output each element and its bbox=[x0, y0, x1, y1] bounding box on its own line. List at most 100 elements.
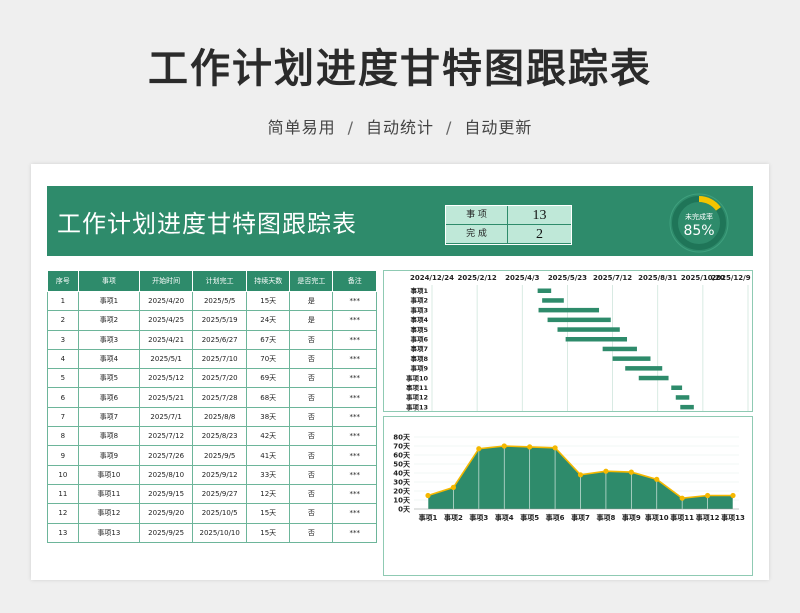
table-cell: 事项2 bbox=[77, 310, 140, 331]
table-row: 7 事项7 2025/7/1 2025/8/8 38天否 *** bbox=[47, 406, 377, 428]
table-cell: 2025/10/5 bbox=[192, 503, 248, 524]
table-cell: 2025/5/5 bbox=[192, 290, 248, 312]
area-x-tick-label: 事项11 bbox=[670, 513, 694, 522]
table-cell: 3 bbox=[47, 329, 79, 350]
table-header-row: 序号 事项 开始时间 计划完工 持续天数 是否完工 备注 bbox=[47, 270, 377, 292]
table-row: 12 事项12 2025/9/20 2025/10/5 15天否 *** bbox=[47, 503, 377, 524]
table-row: 6 事项6 2025/5/21 2025/7/28 68天否 *** bbox=[47, 387, 377, 408]
gantt-x-tick-label: 2025/12/9 bbox=[711, 274, 750, 282]
table-cell: 事项13 bbox=[77, 522, 140, 543]
task-table: 序号 事项 开始时间 计划完工 持续天数 是否完工 备注 1 事项1 2025/4/20 2025… bbox=[47, 270, 377, 543]
donut-label: 未完成率 bbox=[685, 213, 713, 221]
table-cell: *** bbox=[332, 503, 377, 524]
table-cell: 2025/9/15 bbox=[138, 483, 194, 505]
area-x-tick-label: 事项13 bbox=[721, 513, 745, 522]
stat-value: 13 bbox=[508, 206, 571, 225]
gantt-x-tick-label: 2025/2/12 bbox=[458, 274, 497, 282]
table-cell: *** bbox=[332, 329, 377, 350]
table-cell: 否 bbox=[289, 522, 334, 543]
table-cell: 2025/8/8 bbox=[192, 406, 248, 428]
gantt-task-label: 事项8 bbox=[410, 354, 428, 363]
table-cell: *** bbox=[332, 464, 377, 485]
gantt-task-label: 事项7 bbox=[410, 344, 428, 353]
area-data-point bbox=[679, 495, 685, 501]
table-row: 3 事项3 2025/4/21 2025/6/27 67天否 *** bbox=[47, 329, 377, 350]
area-x-tick-label: 事项12 bbox=[696, 513, 720, 522]
table-cell: 否 bbox=[289, 348, 334, 370]
area-data-point bbox=[425, 492, 431, 499]
table-cell: 10 bbox=[47, 464, 79, 485]
table-cell: *** bbox=[332, 426, 377, 447]
area-y-tick-label: 20天 bbox=[393, 488, 411, 496]
table-cell: 41天 bbox=[246, 445, 291, 466]
table-cell: 事项5 bbox=[77, 368, 140, 389]
stat-label: 完 成 bbox=[446, 225, 508, 244]
table-cell: 2025/7/1 bbox=[138, 406, 194, 428]
subtitle-separator: / bbox=[446, 118, 453, 137]
area-y-tick-label: 50天 bbox=[393, 461, 411, 469]
area-y-tick-label: 0天 bbox=[398, 506, 411, 514]
table-cell: *** bbox=[332, 310, 377, 331]
gantt-task-label: 事项2 bbox=[410, 296, 428, 305]
table-cell: 事项3 bbox=[77, 329, 140, 350]
gantt-task-label: 事项6 bbox=[410, 335, 428, 344]
area-data-point bbox=[628, 469, 634, 475]
table-cell: *** bbox=[332, 522, 377, 543]
area-data-point bbox=[603, 468, 609, 474]
area-data-point bbox=[577, 472, 584, 478]
area-y-tick-label: 80天 bbox=[393, 434, 411, 442]
table-cell: 2025/9/12 bbox=[192, 464, 248, 485]
table-row: 1 事项1 2025/4/20 2025/5/5 15天是 *** bbox=[47, 290, 377, 312]
stat-row-items: 事 项 13 bbox=[446, 206, 571, 225]
table-cell: 2025/7/10 bbox=[192, 348, 248, 370]
area-x-tick-label: 事项10 bbox=[645, 513, 669, 522]
table-cell: 2025/8/23 bbox=[192, 426, 248, 447]
gantt-task-label: 事项13 bbox=[406, 402, 428, 411]
table-cell: 事项10 bbox=[77, 464, 140, 485]
column-header: 是否完工 bbox=[289, 270, 334, 292]
gantt-bar bbox=[638, 375, 669, 381]
area-x-tick-label: 事项5 bbox=[520, 513, 539, 522]
stat-label: 事 项 bbox=[446, 206, 508, 225]
gantt-task-label: 事项5 bbox=[410, 325, 428, 334]
table-cell: 11 bbox=[47, 483, 79, 505]
area-data-point bbox=[501, 443, 507, 449]
table-row: 10 事项10 2025/8/10 2025/9/12 33天否 *** bbox=[47, 464, 377, 485]
table-row: 8 事项8 2025/7/12 2025/8/23 42天否 *** bbox=[47, 426, 377, 447]
subtitle-item: 自动更新 bbox=[464, 118, 533, 137]
table-cell: 否 bbox=[289, 464, 334, 485]
table-cell: 2025/7/20 bbox=[192, 368, 248, 389]
subtitle-item: 简单易用 bbox=[267, 118, 336, 137]
area-data-point bbox=[730, 492, 736, 499]
table-cell: 7 bbox=[47, 406, 79, 428]
subtitle: 简单易用 / 自动统计 / 自动更新 bbox=[0, 114, 800, 138]
area-x-tick-label: 事项4 bbox=[495, 513, 514, 522]
stats-box: 事 项 13 完 成 2 bbox=[445, 205, 572, 245]
table-row: 11 事项11 2025/9/15 2025/9/27 12天否 *** bbox=[47, 483, 377, 505]
gantt-bar bbox=[538, 307, 600, 313]
table-cell: 2025/7/28 bbox=[192, 387, 248, 408]
duration-area-chart: 0天10天20天30天40天50天60天70天80天事项1 事项2 事项3 事项4 事项… bbox=[393, 434, 745, 523]
table-cell: 67天 bbox=[246, 329, 291, 350]
gantt-chart: 2024/12/24 2025/2/12 2025/4/3 2025/5/23 2025… bbox=[406, 274, 751, 414]
table-cell: 事项8 bbox=[77, 426, 140, 447]
spreadsheet-preview: 工作计划进度甘特图跟踪表 事 项 13 完 成 2 未完成率 85% 序号 事项开… bbox=[31, 164, 769, 580]
gantt-task-label: 事项12 bbox=[406, 393, 428, 402]
gantt-bar bbox=[675, 395, 690, 400]
subtitle-separator: / bbox=[347, 118, 354, 137]
area-x-tick-label: 事项8 bbox=[596, 513, 615, 522]
table-cell: 否 bbox=[289, 406, 334, 428]
table-cell: 否 bbox=[289, 503, 334, 524]
gantt-bar bbox=[602, 346, 637, 352]
gantt-bar bbox=[680, 404, 694, 410]
table-cell: 13 bbox=[47, 522, 79, 543]
table-cell: *** bbox=[332, 290, 377, 312]
subtitle-item: 自动统计 bbox=[365, 118, 434, 137]
table-cell: 24天 bbox=[246, 310, 291, 331]
table-cell: 2025/5/1 bbox=[138, 348, 194, 370]
table-cell: 2025/4/21 bbox=[138, 329, 194, 350]
table-cell: 33天 bbox=[246, 464, 291, 485]
stat-value: 2 bbox=[508, 225, 571, 244]
table-body: 1 事项1 2025/4/20 2025/5/5 15天是 *** 2 事项2 2025/4/2… bbox=[47, 290, 377, 543]
gantt-bar bbox=[537, 288, 552, 293]
